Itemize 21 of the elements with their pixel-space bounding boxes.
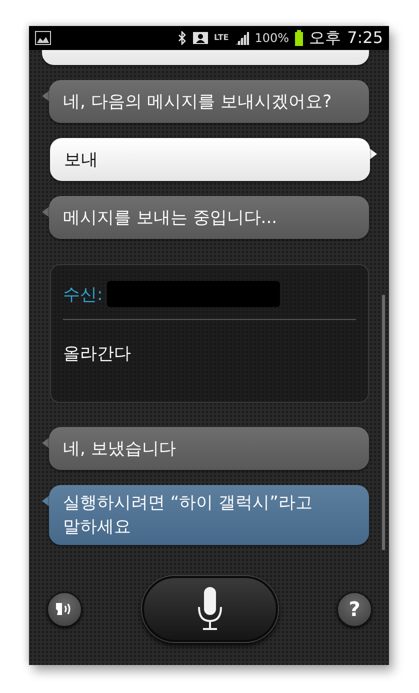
chat-bubble: 실행하시려면 “하이 갤럭시”라고 말하세요 — [49, 485, 369, 545]
clock-time: 7:25 — [347, 28, 383, 48]
battery-percent: 100% — [254, 31, 290, 45]
microphone-icon — [196, 587, 222, 631]
battery-icon — [295, 30, 304, 46]
chat-bubble: 네, 보냈습니다 — [49, 427, 369, 470]
chat-bubble: 보내 — [50, 138, 370, 181]
recipient-label: 수신: — [63, 284, 103, 306]
am-pm-label: 오후 — [309, 28, 342, 48]
microphone-button[interactable] — [142, 576, 278, 642]
chat-bubble: 메시지를 보내는 중입니다... — [49, 196, 369, 239]
help-button[interactable]: ? — [337, 592, 372, 626]
message-body: 올라간다 — [63, 343, 131, 365]
voice-output-button[interactable] — [47, 592, 82, 626]
bluetooth-icon — [178, 31, 188, 45]
gallery-icon — [35, 31, 51, 45]
bubble-tail — [369, 148, 377, 160]
contact-card-icon — [193, 32, 208, 44]
chat-bubble: 네, 다음의 메시지를 보내시겠어요? — [49, 80, 369, 123]
signal-icon — [234, 32, 249, 44]
network-type: LTE — [214, 34, 229, 42]
